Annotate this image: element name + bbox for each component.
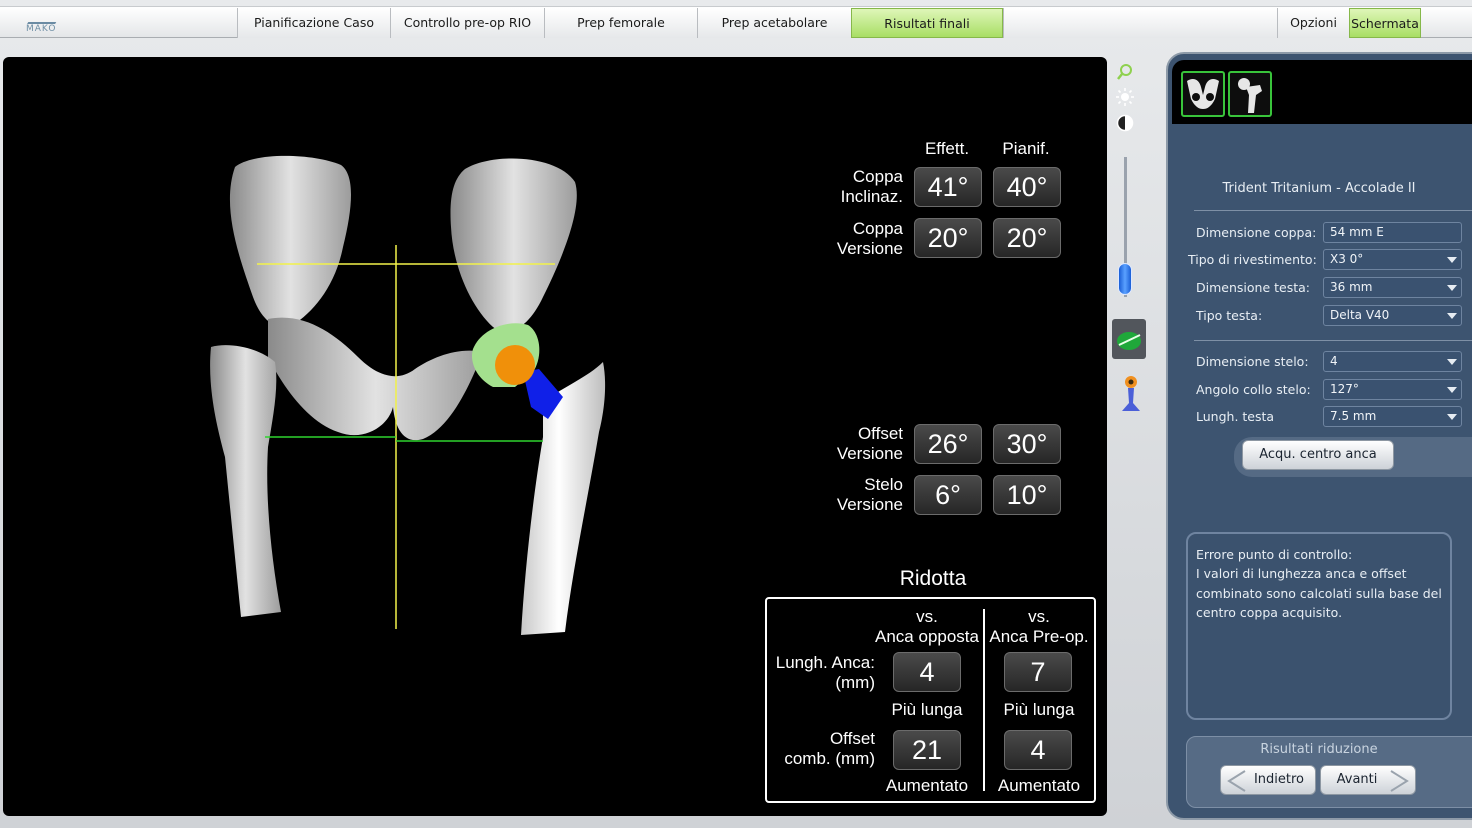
cup-version-actual: 20° (914, 218, 982, 258)
chevron-down-icon (1447, 257, 1457, 263)
chevron-down-icon (1447, 387, 1457, 393)
slider-handle[interactable] (1118, 263, 1132, 295)
brightness-icon[interactable] (1115, 87, 1135, 107)
cup-version-label: Coppa Versione (836, 219, 903, 258)
pelvis-icon (1187, 79, 1219, 109)
chevron-down-icon (1447, 285, 1457, 291)
offset-version-actual: 26° (914, 424, 982, 464)
zoom-icon[interactable] (1115, 62, 1135, 82)
arrow-right-icon (1390, 770, 1409, 792)
chevron-down-icon (1447, 414, 1457, 420)
separator (1194, 210, 1472, 211)
screen-button[interactable]: Schermata (1349, 8, 1421, 38)
femoral-head (495, 345, 535, 385)
leg-length-vs-preop: 7 (1004, 652, 1072, 692)
app-window: MAKO Pianificazione Caso Controllo pre-o… (0, 0, 1472, 828)
left-femur (210, 345, 281, 617)
cup-inclination-planned: 40° (993, 167, 1061, 207)
stem-size-label: Dimensione stelo: (1196, 354, 1309, 369)
leg-length-label: Lungh. Anca: (mm) (775, 653, 875, 692)
col-opposite-header: vs. Anca opposta (875, 607, 979, 646)
viewer-toolbar (1110, 57, 1146, 427)
combined-offset-status-preop: Aumentato (997, 776, 1081, 795)
head-type-select[interactable]: Delta V40 (1323, 305, 1462, 326)
chevron-down-icon (1447, 359, 1457, 365)
head-size-label: Dimensione testa: (1196, 280, 1310, 295)
col-preop-header: vs. Anca Pre-op. (989, 607, 1089, 646)
leg-length-status-preop: Più lunga (1003, 700, 1075, 719)
tab-spacer (1003, 8, 1277, 38)
arrow-left-icon (1227, 770, 1246, 792)
reduction-results-title: Risultati riduzione (1260, 742, 1378, 757)
next-button[interactable]: Avanti (1320, 765, 1416, 795)
stem-version-actual: 6° (914, 475, 982, 515)
robot-arm-icon[interactable] (1118, 373, 1144, 413)
femur-icon (1238, 78, 1262, 113)
tab-prep-femorale[interactable]: Prep femorale (544, 8, 697, 38)
3d-viewport[interactable]: Effett. Pianif. Coppa Inclinaz. 41° 40° C… (3, 57, 1107, 816)
left-ilium (229, 155, 351, 327)
cup-size-field[interactable]: 54 mm E (1323, 222, 1462, 243)
options-button[interactable]: Opzioni (1277, 8, 1349, 38)
femur-thumbnail[interactable] (1228, 71, 1272, 117)
liner-type-select[interactable]: X3 0° (1323, 249, 1462, 270)
tab-prep-acetabolare[interactable]: Prep acetabolare (697, 8, 851, 38)
acquire-hip-center-button[interactable]: Acqu. centro anca (1242, 440, 1394, 470)
stem-neck-angle-select[interactable]: 127° (1323, 379, 1462, 400)
back-button[interactable]: Indietro (1220, 765, 1316, 795)
cup-view-icon (1117, 332, 1141, 350)
chevron-down-icon (1447, 313, 1457, 319)
view-mode-button[interactable] (1112, 319, 1146, 359)
stem-size-select[interactable]: 4 (1323, 351, 1462, 372)
stem-version-planned: 10° (993, 475, 1061, 515)
head-type-label: Tipo testa: (1196, 308, 1263, 323)
stem-neck-angle-label: Angolo collo stelo: (1196, 382, 1311, 397)
header-actual: Effett. (924, 139, 970, 158)
cup-version-planned: 20° (993, 218, 1061, 258)
cup-inclination-actual: 41° (914, 167, 982, 207)
tab-controllo-pre-op-rio[interactable]: Controllo pre-op RIO (390, 8, 544, 38)
head-size-select[interactable]: 36 mm (1323, 277, 1462, 298)
reduction-title: Ridotta (899, 567, 967, 590)
implant-name: Trident Tritanium - Accolade II (1222, 181, 1416, 196)
cup-size-label: Dimensione coppa: (1196, 225, 1317, 240)
head-length-label: Lungh. testa (1196, 409, 1275, 424)
offset-version-planned: 30° (993, 424, 1061, 464)
combined-offset-status-opposite: Aumentato (885, 776, 969, 795)
head-length-select[interactable]: 7.5 mm (1323, 406, 1462, 427)
mako-logo: MAKO (22, 11, 72, 35)
combined-offset-label: Offset comb. (mm) (784, 729, 875, 768)
pelvis-thumbnail[interactable] (1181, 71, 1225, 117)
header-planned: Pianif. (1002, 139, 1050, 158)
combined-offset-vs-preop: 4 (1004, 730, 1072, 770)
pubic-region (268, 317, 483, 441)
message-text: Errore punto di controllo: I valori di l… (1196, 547, 1442, 620)
leg-length-status-opposite: Più lunga (891, 700, 963, 719)
top-menu-bar: MAKO Pianificazione Caso Controllo pre-o… (0, 6, 1472, 38)
cup-inclination-label: Coppa Inclinaz. (840, 167, 903, 206)
right-ilium (450, 158, 577, 332)
liner-type-label: Tipo di rivestimento: (1188, 252, 1317, 267)
offset-version-label: Offset Versione (836, 424, 903, 463)
contrast-icon[interactable] (1115, 113, 1135, 133)
stem-version-label: Stelo Versione (836, 475, 903, 514)
separator (1194, 340, 1472, 341)
combined-offset-vs-opposite: 21 (893, 730, 961, 770)
tab-risultati-finali[interactable]: Risultati finali (851, 8, 1003, 38)
leg-length-vs-opposite: 4 (893, 652, 961, 692)
tab-pianificazione-caso[interactable]: Pianificazione Caso (237, 8, 390, 38)
